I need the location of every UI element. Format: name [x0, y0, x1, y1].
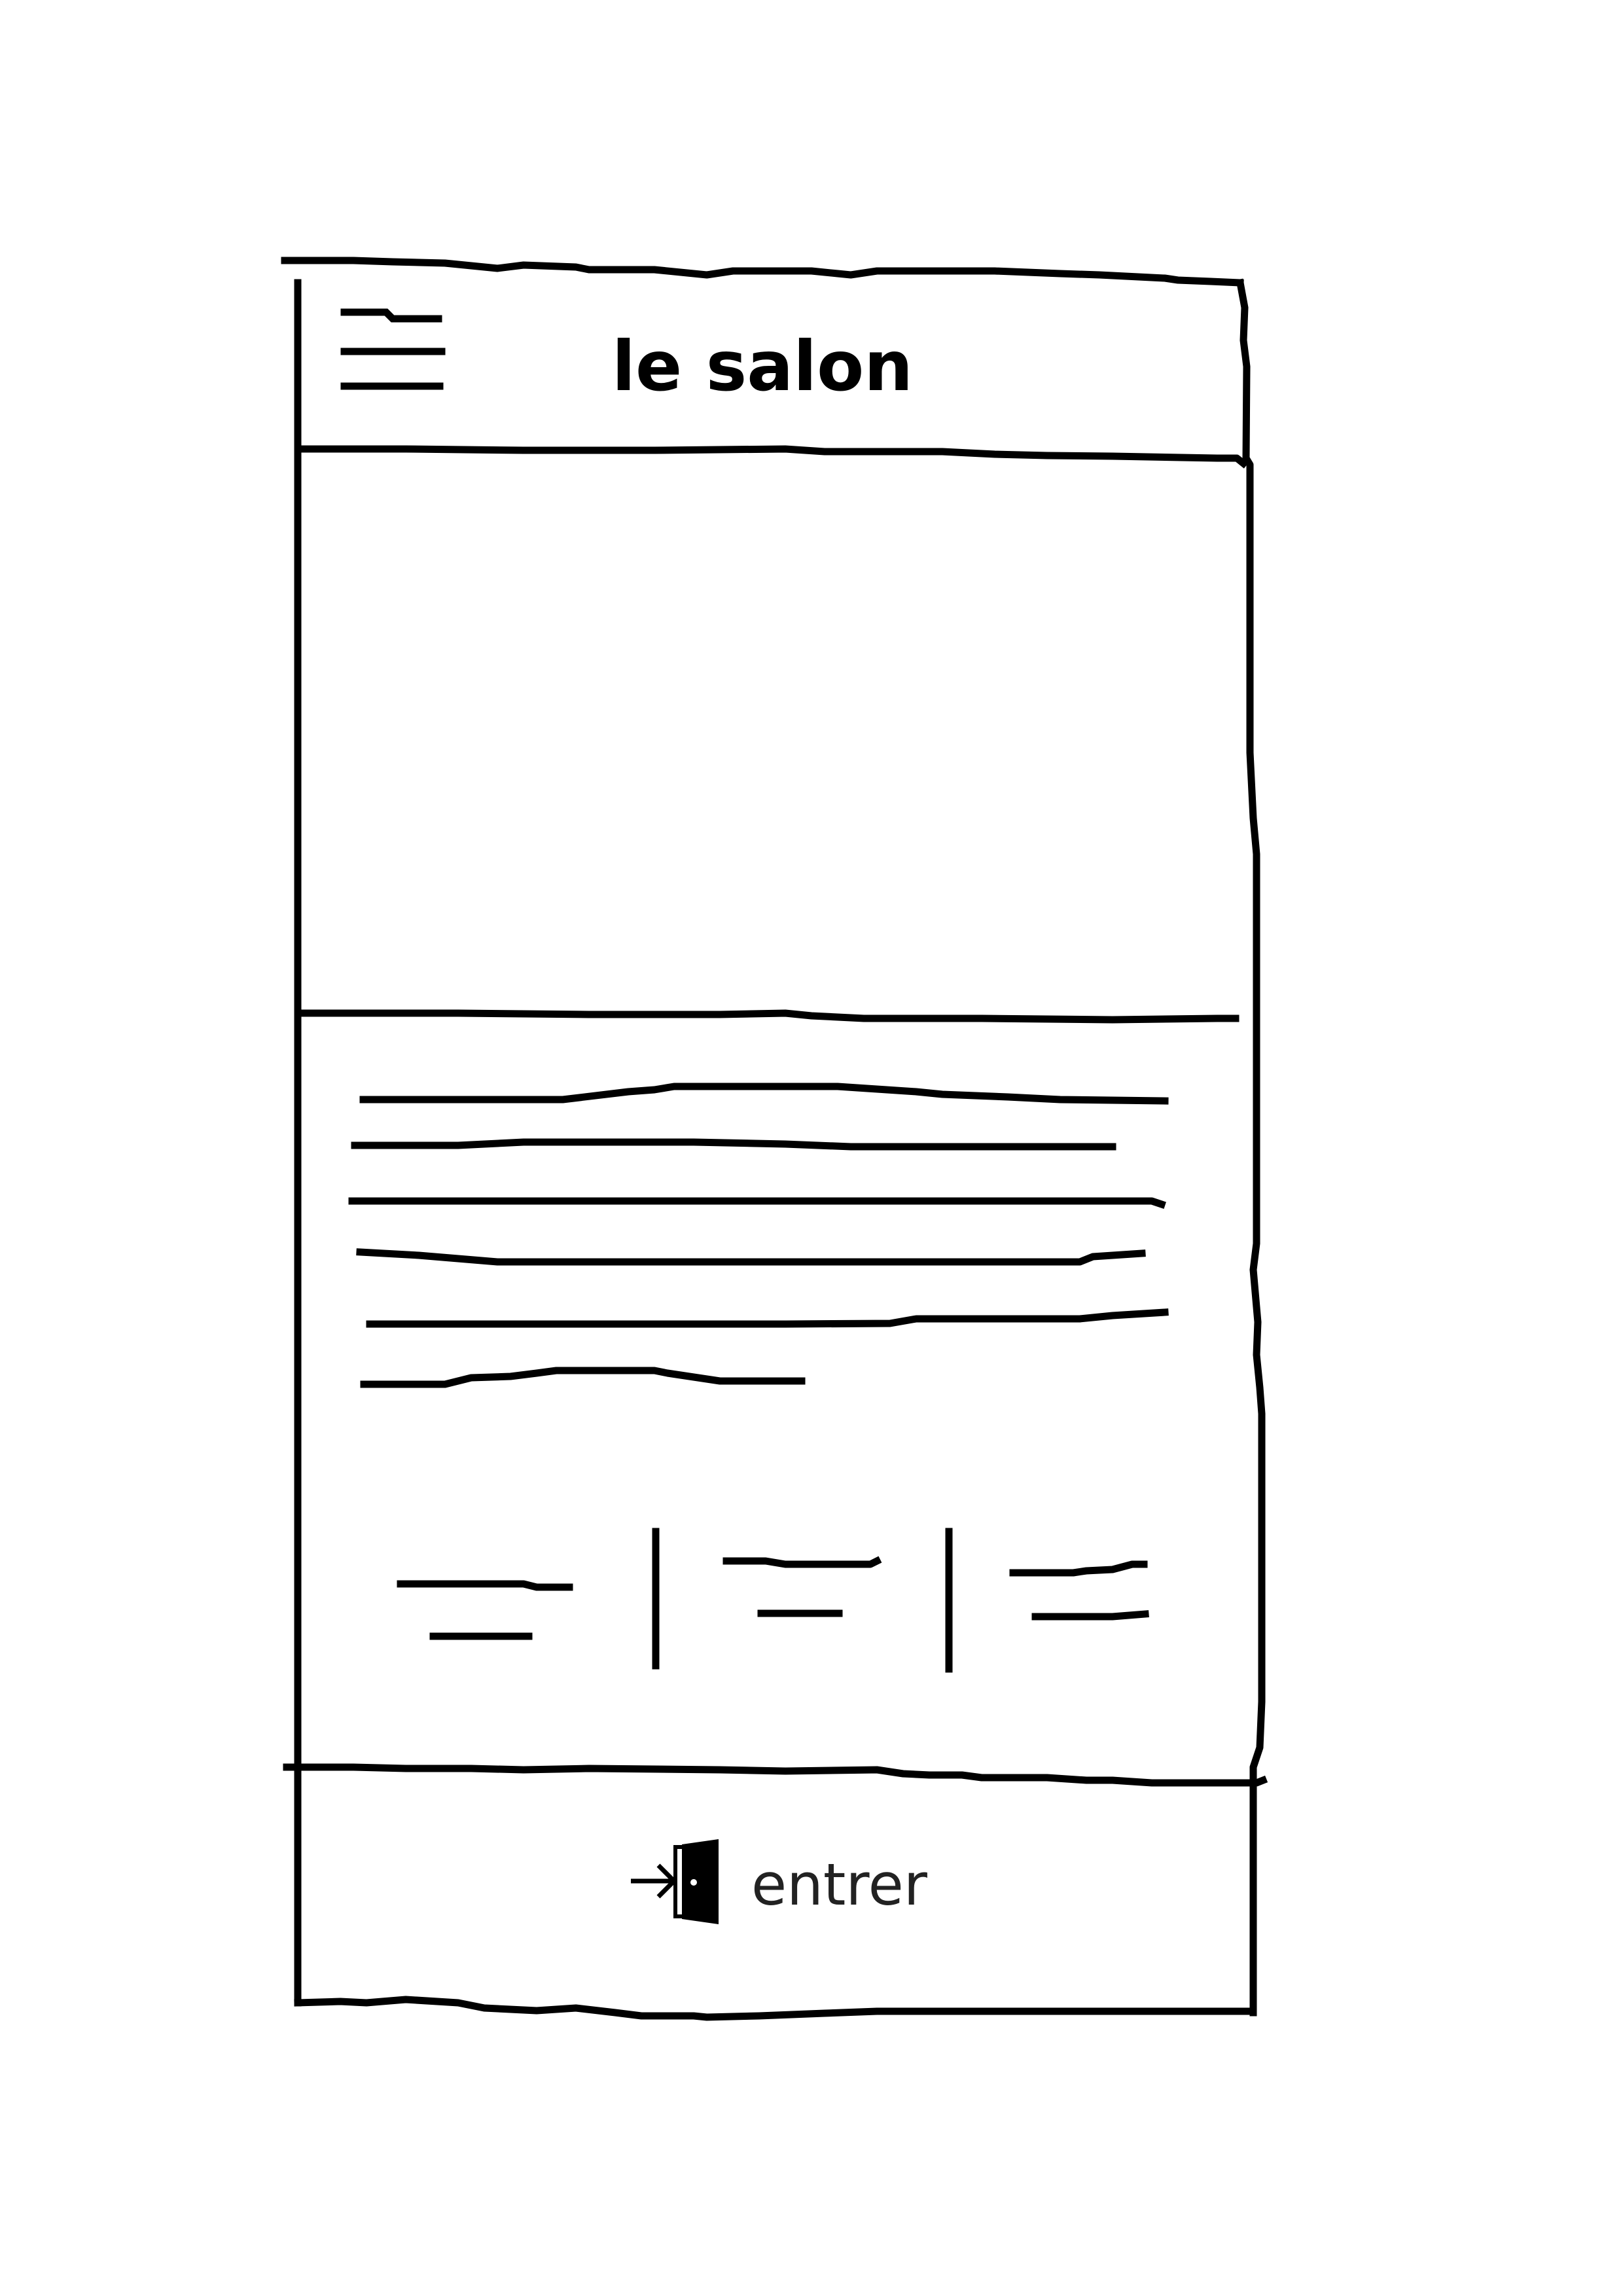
hamburger-menu-icon: [340, 308, 446, 390]
frame-right-edge: [1236, 278, 1266, 2017]
frame-bottom-edge: [294, 1996, 1254, 2021]
page-title: le salon: [612, 327, 913, 406]
enter-button[interactable]: entrer: [628, 1833, 929, 1937]
hero-divider: [298, 1009, 1240, 1024]
door-enter-icon: [631, 1839, 719, 1924]
menu-button[interactable]: [340, 304, 452, 403]
nav-item-1[interactable]: [393, 1551, 589, 1656]
frame-top-edge: [281, 257, 1244, 287]
nav-item-3[interactable]: [1001, 1538, 1171, 1643]
footer-divider: [283, 1763, 1268, 1787]
hero-image: [301, 458, 1230, 1008]
enter-label: entrer: [751, 1851, 927, 1918]
nav-item-2[interactable]: [713, 1538, 897, 1643]
body-text: [340, 1060, 1191, 1401]
